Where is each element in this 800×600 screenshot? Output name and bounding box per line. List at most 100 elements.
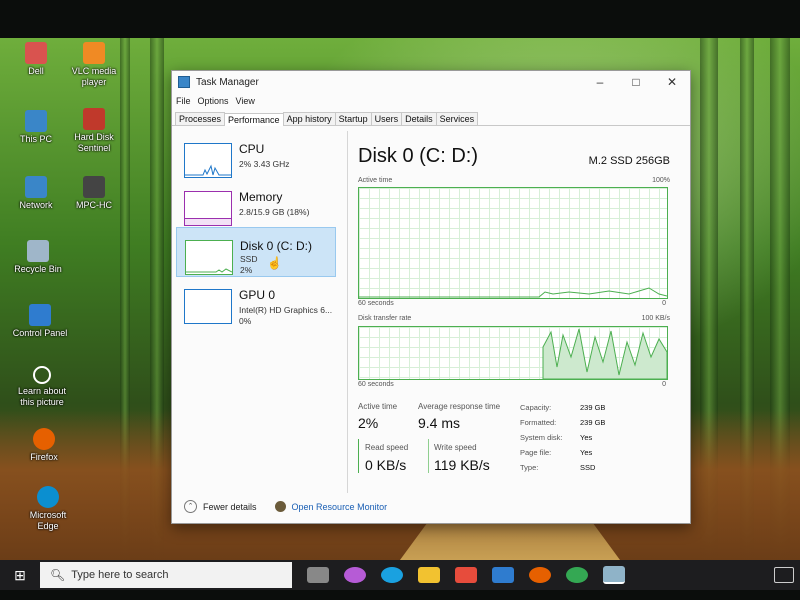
network-icon [25,176,47,198]
desktop-icon-label: Control Panel [12,328,68,338]
page-file-value: Yes [580,448,593,457]
resource-name: CPU [239,142,265,156]
desktop-icon-vlc[interactable]: VLC media player [64,42,124,88]
search-placeholder: Type here to search [71,569,169,581]
tab-startup[interactable]: Startup [334,112,372,125]
desktop-icon-label: MPC-HC [76,200,112,210]
firefox-taskbar-icon[interactable] [529,567,551,583]
transfer-rate-graph-duration: 60 seconds [358,381,394,388]
desktop-icon-recycle-bin[interactable]: Recycle Bin [8,240,68,275]
chevron-up-icon[interactable]: ⌃ [184,500,197,513]
task-manager-taskbar-icon[interactable] [603,566,625,584]
resource-monitor-icon [274,501,286,512]
window-title: Task Manager [196,76,259,88]
transfer-rate-graph [358,326,668,380]
resource-detail: Intel(R) HD Graphics 6... [239,305,333,315]
active-time-graph-min: 0 [662,300,666,307]
system-disk-value: Yes [580,433,593,442]
capacity-key: Capacity: [520,403,552,412]
tab-performance[interactable]: Performance [224,113,284,126]
keyboard-icon[interactable] [774,567,794,583]
vlc-icon [83,42,105,64]
desktop-icon-learn-about-picture[interactable]: Learn about this picture [12,366,72,408]
footer-bar: ⌃ Fewer details Open Resource Monitor [184,500,387,513]
menu-bar: File Options View [172,93,690,109]
resource-item-cpu[interactable]: CPU 2% 3.43 GHz [176,131,336,179]
tab-app-history[interactable]: App history [282,112,336,125]
desktop-icon-label: Microsoft Edge [29,510,67,531]
task-manager-window: Task Manager – □ ✕ File Options View Pro… [171,70,691,524]
task-view-icon[interactable] [307,567,329,583]
close-button[interactable]: ✕ [654,75,690,89]
recycle-bin-icon [27,240,49,262]
disk-title: Disk 0 (C: D:) [358,145,478,167]
write-speed-indicator [428,439,429,473]
desktop-icon-label: VLC media player [71,66,117,87]
desktop-icon-hard-disk-sentinel[interactable]: Hard Disk Sentinel [64,108,124,154]
start-button[interactable]: ⊞ [0,567,40,584]
resource-name: GPU 0 [239,288,276,302]
resource-item-memory[interactable]: Memory 2.8/15.9 GB (18%) [176,179,336,227]
taskbar-search-box[interactable]: 🔍︎ Type here to search [40,562,292,588]
computer-icon [25,110,47,132]
desktop-icon-label: Hard Disk Sentinel [74,132,114,153]
desktop-icon-label: This PC [19,134,52,144]
fewer-details-link[interactable]: Fewer details [203,502,257,512]
file-explorer-icon[interactable] [418,567,440,583]
store-icon[interactable] [455,567,477,583]
avg-response-label: Average response time [418,402,501,411]
panel-divider[interactable] [347,131,348,493]
transfer-rate-area [542,328,668,380]
desktop-icon-this-pc[interactable]: This PC [6,110,66,145]
open-resource-monitor-link[interactable]: Open Resource Monitor [292,502,388,512]
resource-name: Disk 0 (C: D:) [240,239,312,253]
transfer-rate-graph-label: Disk transfer rate [358,315,412,322]
page-file-key: Page file: [520,448,552,457]
desktop-icon-label: Recycle Bin [14,264,62,274]
memory-fill [185,218,231,225]
desktop-icon-edge[interactable]: Microsoft Edge [18,486,78,532]
tab-services[interactable]: Services [435,112,479,125]
menu-file[interactable]: File [176,96,191,106]
read-speed-value: 0 KB/s [365,457,407,473]
minimize-button[interactable]: – [582,75,618,89]
active-time-graph-duration: 60 seconds [358,300,394,307]
title-bar[interactable]: Task Manager – □ ✕ [172,71,690,93]
resource-item-disk[interactable]: Disk 0 (C: D:) SSD 2% ☝ [176,227,336,277]
tab-processes[interactable]: Processes [175,112,226,125]
desktop-icon-firefox[interactable]: Firefox [14,428,74,463]
desktop-icon-control-panel[interactable]: Control Panel [10,304,70,339]
tab-bar: Processes Performance App history Startu… [172,109,690,126]
tab-details[interactable]: Details [401,112,437,125]
disk-mini-graph [186,268,233,273]
active-time-graph-max: 100% [652,177,670,184]
active-time-label: Active time [358,402,398,411]
resource-detail: 2.8/15.9 GB (18%) [239,207,310,217]
mail-icon[interactable] [492,567,514,583]
menu-options[interactable]: Options [198,96,229,106]
maximize-button[interactable]: □ [618,75,654,89]
edge-taskbar-icon[interactable] [381,567,403,583]
type-value: SSD [580,463,596,472]
desktop-icon-dell[interactable]: Dell [6,42,66,77]
resource-list: CPU 2% 3.43 GHz Memory 2.8/15.9 GB (18%)… [176,131,336,491]
tab-users[interactable]: Users [370,112,403,125]
desktop-icon-network[interactable]: Network [6,176,66,211]
menu-view[interactable]: View [236,96,255,106]
avg-response-value: 9.4 ms [418,415,461,431]
resource-detail: 2% 3.43 GHz [239,159,290,169]
resource-item-gpu[interactable]: GPU 0 Intel(R) HD Graphics 6... 0% [176,277,336,326]
disk-thumbnail-graph [185,240,233,275]
chrome-icon[interactable] [566,567,588,583]
copilot-icon[interactable] [344,567,366,583]
cpu-thumbnail-graph [184,143,232,178]
desktop-icon-mpc-hc[interactable]: MPC-HC [64,176,124,211]
desktop-icon-label: Firefox [30,452,58,462]
read-speed-indicator [358,439,359,473]
active-time-value: 2% [358,415,379,431]
resource-usage: 0% [239,316,252,326]
active-time-graph-label: Active time [358,177,393,184]
resource-usage: 2% [240,265,253,275]
firefox-icon [33,428,55,450]
cpu-mini-graph [185,164,231,176]
